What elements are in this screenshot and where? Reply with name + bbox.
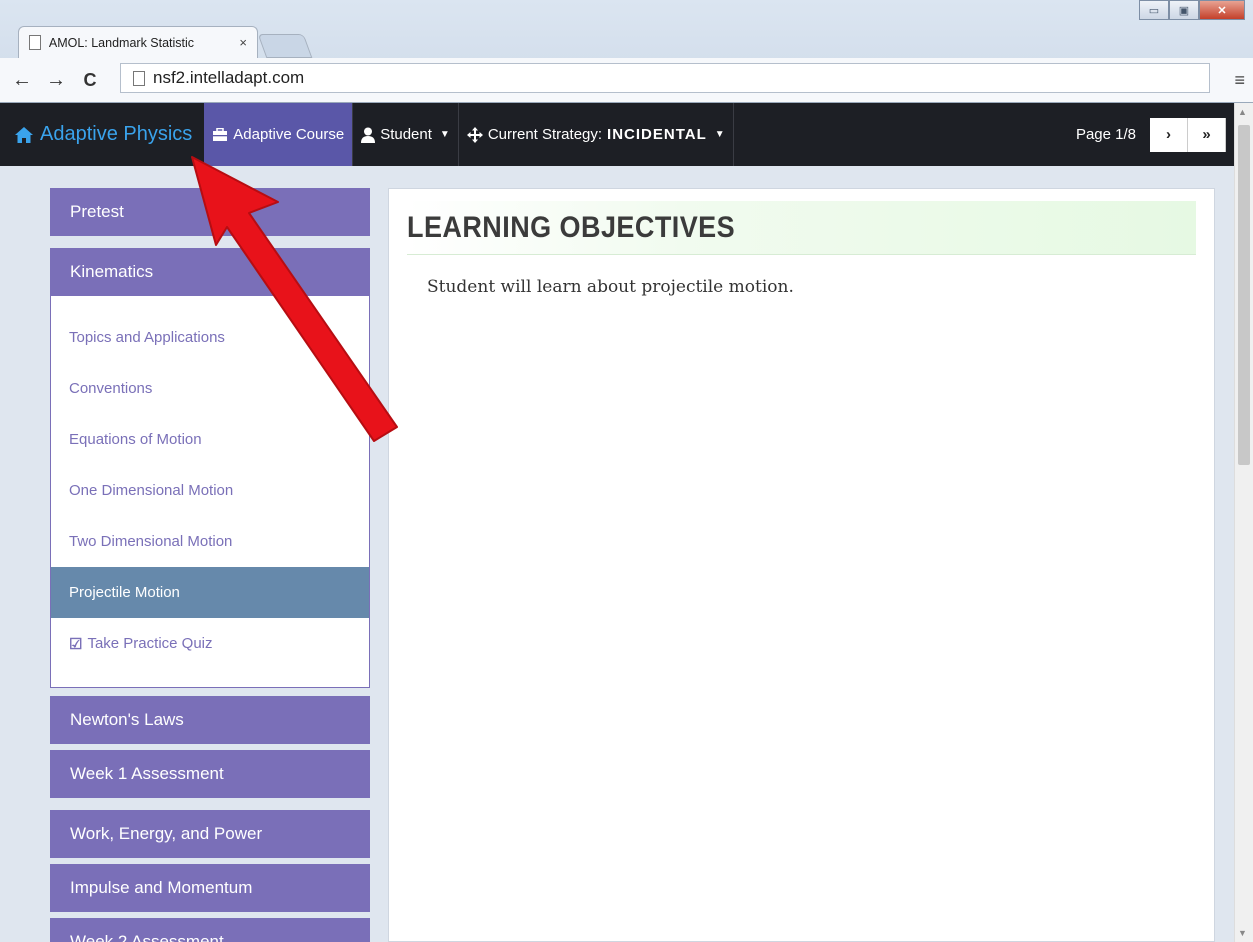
new-tab-button[interactable] bbox=[257, 34, 313, 58]
brand-link[interactable]: Adaptive Physics bbox=[0, 103, 204, 166]
sidebar-item-two-dimensional[interactable]: Two Dimensional Motion bbox=[51, 516, 369, 567]
sidebar-section-work-energy[interactable]: Work, Energy, and Power bbox=[50, 810, 370, 858]
minimize-button[interactable]: ▭ bbox=[1139, 0, 1169, 20]
scroll-down-icon[interactable]: ▼ bbox=[1238, 928, 1247, 938]
window-controls: ▭ ▣ ✕ bbox=[1139, 0, 1245, 20]
sidebar-section-impulse[interactable]: Impulse and Momentum bbox=[50, 864, 370, 912]
address-bar[interactable]: nsf2.intelladapt.com bbox=[120, 63, 1210, 93]
page-indicator: Page 1/8 bbox=[1075, 126, 1136, 143]
sidebar-section-pretest[interactable]: Pretest bbox=[50, 188, 370, 236]
home-icon bbox=[15, 126, 33, 143]
page-title: LEARNING OBJECTIVES bbox=[407, 210, 736, 244]
url-text: nsf2.intelladapt.com bbox=[153, 68, 305, 87]
move-icon bbox=[466, 126, 483, 143]
browser-toolbar: ← → C nsf2.intelladapt.com ≡ bbox=[0, 58, 1253, 102]
nav-student-dropdown[interactable]: Student ▼ bbox=[353, 103, 459, 166]
sidebar-item-practice-quiz[interactable]: ☑ Take Practice Quiz bbox=[51, 618, 369, 669]
restore-button[interactable]: ▣ bbox=[1169, 0, 1199, 20]
sidebar-item-conventions[interactable]: Conventions bbox=[51, 363, 369, 414]
site-navbar: Adaptive Physics Adaptive Course Student… bbox=[0, 103, 1234, 166]
next-page-button[interactable]: › bbox=[1150, 117, 1188, 152]
forward-arrow-icon[interactable]: → bbox=[44, 69, 68, 92]
reload-icon[interactable]: C bbox=[78, 70, 102, 91]
sidebar-item-equations[interactable]: Equations of Motion bbox=[51, 414, 369, 465]
browser-menu-icon[interactable]: ≡ bbox=[1234, 70, 1245, 91]
sidebar-item-projectile-motion[interactable]: Projectile Motion bbox=[51, 567, 369, 618]
practice-quiz-label: Take Practice Quiz bbox=[87, 635, 213, 652]
brand-label: Adaptive Physics bbox=[40, 123, 193, 145]
chevron-down-icon: ▼ bbox=[439, 129, 450, 140]
nav-adaptive-course-label: Adaptive Course bbox=[233, 126, 345, 143]
page-scrollbar[interactable]: ▲ ▼ bbox=[1234, 103, 1253, 942]
sidebar-section-week2[interactable]: Week 2 Assessment bbox=[50, 918, 370, 942]
sidebar-item-one-dimensional[interactable]: One Dimensional Motion bbox=[51, 465, 369, 516]
close-window-button[interactable]: ✕ bbox=[1199, 0, 1245, 20]
nav-strategy-dropdown[interactable]: Current Strategy: INCIDENTAL ▼ bbox=[459, 103, 734, 166]
tab-title: AMOL: Landmark Statistic bbox=[48, 35, 195, 50]
nav-student-label: Student bbox=[380, 126, 432, 143]
browser-tab[interactable]: AMOL: Landmark Statistic × bbox=[18, 26, 258, 58]
checkbox-icon: ☑ bbox=[69, 635, 83, 653]
page-navigation: Page 1/8 › » bbox=[1076, 103, 1234, 166]
scroll-thumb[interactable] bbox=[1238, 125, 1250, 465]
last-page-button[interactable]: » bbox=[1188, 117, 1226, 152]
strategy-value: INCIDENTAL bbox=[607, 126, 707, 143]
sidebar-section-newtons-laws[interactable]: Newton's Laws bbox=[50, 696, 370, 744]
page-icon bbox=[29, 35, 41, 50]
sidebar-item-topics[interactable]: Topics and Applications bbox=[51, 312, 369, 363]
back-arrow-icon[interactable]: ← bbox=[10, 69, 34, 92]
objective-text: Student will learn about projectile moti… bbox=[427, 277, 794, 297]
user-icon bbox=[361, 127, 376, 143]
objectives-header: LEARNING OBJECTIVES bbox=[407, 201, 1196, 255]
chevron-down-icon: ▼ bbox=[714, 129, 725, 140]
briefcase-icon bbox=[213, 127, 228, 141]
kinematics-subpanel: Topics and Applications Conventions Equa… bbox=[50, 296, 370, 688]
scroll-up-icon[interactable]: ▲ bbox=[1238, 107, 1247, 117]
sidebar-section-kinematics[interactable]: Kinematics bbox=[50, 248, 370, 296]
nav-adaptive-course[interactable]: Adaptive Course bbox=[204, 103, 354, 166]
course-sidebar: Pretest Kinematics Topics and Applicatio… bbox=[50, 188, 370, 942]
lesson-content: LEARNING OBJECTIVES Student will learn a… bbox=[388, 188, 1215, 942]
pager: › » bbox=[1150, 117, 1226, 152]
sidebar-section-week1[interactable]: Week 1 Assessment bbox=[50, 750, 370, 798]
browser-chrome: AMOL: Landmark Statistic × ▭ ▣ ✕ ← → C n… bbox=[0, 0, 1253, 103]
page-icon bbox=[133, 70, 145, 86]
tab-close-icon[interactable]: × bbox=[239, 35, 247, 50]
strategy-label: Current Strategy: bbox=[487, 126, 603, 143]
